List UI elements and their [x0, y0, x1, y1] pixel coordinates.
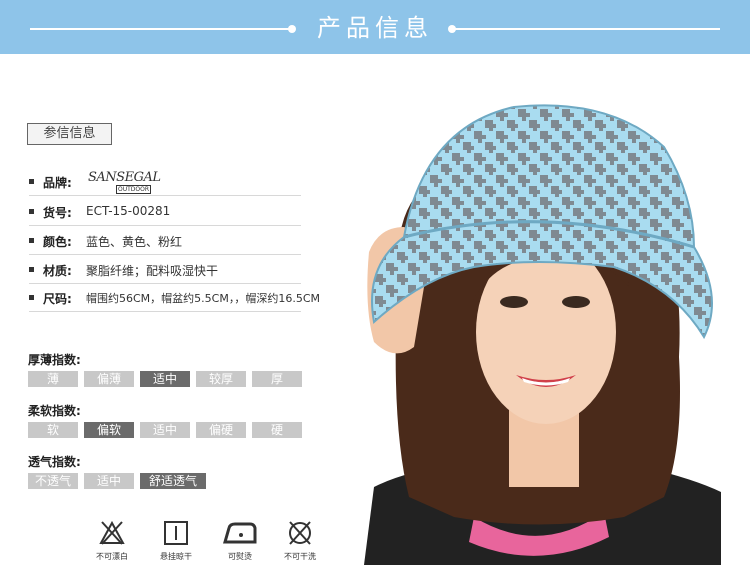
spec-row-material: 材质: 聚脂纤维；配料吸湿快干 — [29, 256, 301, 284]
brand-logo-main: SANSEGAL — [88, 170, 161, 185]
hang-dry-icon — [164, 521, 188, 545]
divider — [29, 195, 301, 196]
scale-option: 偏薄 — [84, 371, 134, 387]
spec-label: 尺码: — [43, 292, 72, 306]
model-wearing-hat-image — [364, 87, 721, 565]
no-bleach-icon — [99, 520, 125, 545]
brand-logo: SANSEGAL OUTDOOR — [88, 170, 161, 194]
care-label: 不可干洗 — [284, 552, 316, 561]
banner-dot-left — [288, 25, 296, 33]
care-label: 可熨烫 — [228, 552, 252, 561]
softness-title: 柔软指数: — [28, 404, 81, 418]
spec-row-size: 尺码: 帽围约56CM，帽盆约5.5CM，，帽深约16.5CM — [29, 284, 320, 312]
header-banner: 产品信息 — [0, 0, 750, 54]
scale-option: 厚 — [252, 371, 302, 387]
divider — [29, 311, 301, 312]
scale-option: 薄 — [28, 371, 78, 387]
spec-label: 品牌: — [43, 176, 72, 190]
iron-icon — [223, 522, 257, 544]
spec-label: 材质: — [43, 264, 72, 278]
bullet — [29, 267, 34, 272]
bullet — [29, 179, 34, 184]
care-label: 悬挂晾干 — [160, 552, 192, 561]
care-item-hang-dry: 悬挂晾干 — [146, 520, 206, 562]
banner-divider-right — [455, 28, 720, 30]
spec-value: 聚脂纤维；配料吸湿快干 — [86, 264, 219, 278]
spec-label: 货号: — [43, 206, 72, 220]
spec-value: 蓝色、黄色、粉红 — [86, 235, 183, 249]
banner-divider-left — [30, 28, 292, 30]
care-item-no-dry-clean: 不可干洗 — [270, 520, 330, 562]
spec-row-sku: 货号: ECT-15-00281 — [29, 198, 301, 226]
params-tag: 参信信息 — [27, 123, 112, 145]
scale-option: 硬 — [252, 422, 302, 438]
divider — [29, 225, 301, 226]
bullet — [29, 209, 34, 214]
care-item-iron: 可熨烫 — [210, 520, 270, 562]
scale-option: 适中 — [140, 422, 190, 438]
brand-logo-sub: OUTDOOR — [116, 185, 152, 194]
thickness-title: 厚薄指数: — [28, 353, 81, 367]
scale-option-selected: 舒适透气 — [140, 473, 206, 489]
care-item-no-bleach: 不可漂白 — [82, 520, 142, 562]
scale-option-selected: 适中 — [140, 371, 190, 387]
scale-option-selected: 偏软 — [84, 422, 134, 438]
bullet — [29, 295, 34, 300]
no-dry-clean-icon — [289, 521, 311, 545]
spec-value: ECT-15-00281 — [86, 204, 171, 218]
spec-value: 帽围约56CM，帽盆约5.5CM，，帽深约16.5CM — [86, 292, 320, 305]
divider — [29, 254, 301, 255]
care-label: 不可漂白 — [96, 552, 128, 561]
product-photo — [364, 87, 721, 565]
page-title: 产品信息 — [317, 14, 433, 42]
scale-option: 适中 — [84, 473, 134, 489]
scale-option: 软 — [28, 422, 78, 438]
spec-row-brand: 品牌: — [29, 168, 301, 196]
bullet — [29, 238, 34, 243]
spec-label: 颜色: — [43, 235, 72, 249]
scale-option: 不透气 — [28, 473, 78, 489]
scale-option: 偏硬 — [196, 422, 246, 438]
scale-option: 较厚 — [196, 371, 246, 387]
spec-row-color: 颜色: 蓝色、黄色、粉红 — [29, 227, 301, 255]
breathability-title: 透气指数: — [28, 455, 81, 469]
